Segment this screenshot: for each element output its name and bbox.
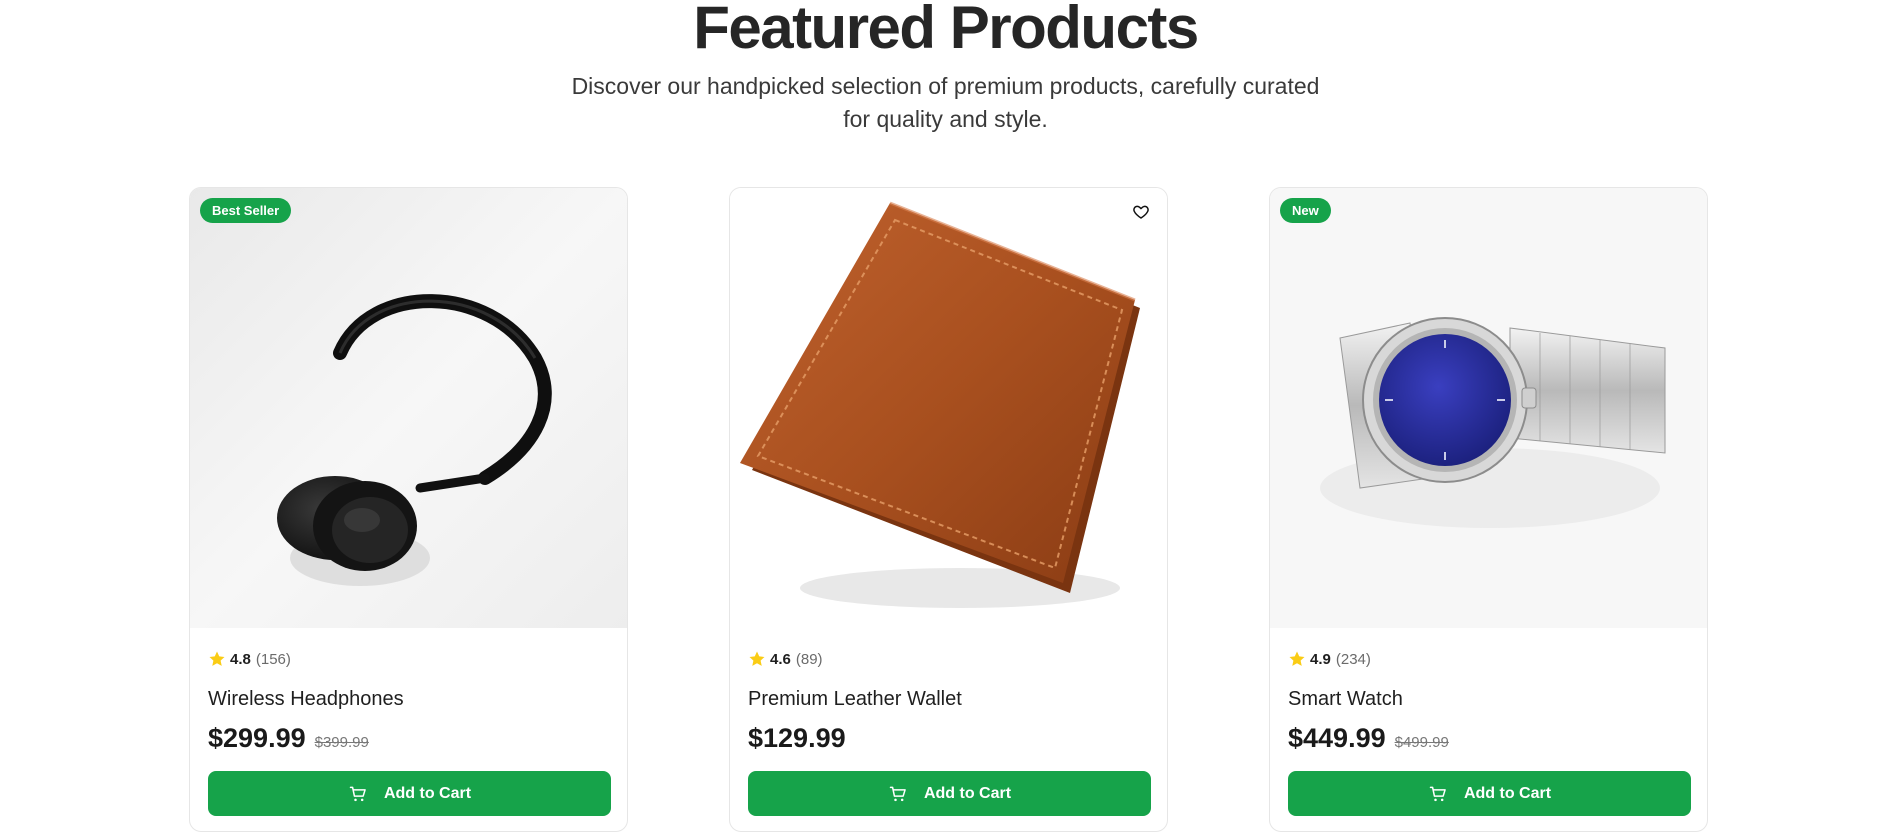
- star-icon: [749, 651, 765, 666]
- product-price: $129.99: [748, 723, 846, 753]
- product-rating: 4.8 (156): [208, 648, 609, 670]
- section-title: Featured Products: [693, 0, 1199, 61]
- product-image[interactable]: [730, 188, 1167, 628]
- price-row: $299.99 $399.99: [208, 723, 609, 759]
- cart-icon: [1429, 786, 1446, 801]
- product-price: $449.99: [1288, 723, 1386, 753]
- original-price: $499.99: [1394, 734, 1449, 751]
- product-image[interactable]: Best Seller: [190, 188, 627, 628]
- add-to-cart-label: Add to Cart: [383, 784, 472, 802]
- add-to-cart-label: Add to Cart: [923, 784, 1012, 802]
- product-rating: 4.6 (89): [748, 648, 1149, 670]
- price-row: $449.99 $499.99: [1288, 723, 1689, 759]
- review-count: (156): [255, 650, 291, 668]
- wallet-image: [730, 188, 1167, 628]
- cart-icon: [889, 786, 906, 801]
- headphones-image: [190, 188, 627, 628]
- product-name[interactable]: Smart Watch: [1288, 685, 1689, 713]
- section-subtitle: Discover our handpicked selection of pre…: [571, 73, 1320, 132]
- featured-products-section: Featured Products Discover our handpicke…: [0, 0, 1891, 838]
- new-badge: New: [1280, 198, 1331, 223]
- add-to-cart-button[interactable]: Add to Cart: [208, 771, 611, 816]
- price-row: $129.99: [748, 723, 1149, 759]
- star-icon: [1289, 651, 1305, 666]
- rating-score: 4.9: [1310, 650, 1331, 668]
- product-name[interactable]: Premium Leather Wallet: [748, 685, 1149, 713]
- product-price: $299.99: [208, 723, 306, 753]
- best-seller-badge: Best Seller: [200, 198, 292, 223]
- rating-score: 4.6: [770, 650, 791, 668]
- product-card[interactable]: 4.6 (89) Premium Leather Wallet $129.99 …: [729, 187, 1168, 832]
- rating-score: 4.8: [230, 650, 251, 668]
- add-to-cart-label: Add to Cart: [1463, 784, 1552, 802]
- original-price: $399.99: [314, 734, 369, 751]
- product-card[interactable]: Best Seller 4.8 (156) Wireless Headphone…: [189, 187, 628, 832]
- heart-icon: [1133, 205, 1149, 219]
- review-count: (89): [795, 650, 823, 668]
- product-image[interactable]: New: [1270, 188, 1707, 628]
- review-count: (234): [1335, 650, 1371, 668]
- product-name[interactable]: Wireless Headphones: [208, 685, 609, 713]
- add-to-cart-button[interactable]: Add to Cart: [748, 771, 1151, 816]
- wishlist-button[interactable]: [1127, 198, 1155, 226]
- star-icon: [209, 651, 225, 666]
- cart-icon: [349, 786, 366, 801]
- product-card[interactable]: New 4.9 (234) Smart Watch $449.99 $499.9…: [1269, 187, 1708, 832]
- product-rating: 4.9 (234): [1288, 648, 1689, 670]
- product-grid: Best Seller 4.8 (156) Wireless Headphone…: [189, 187, 1711, 835]
- add-to-cart-button[interactable]: Add to Cart: [1288, 771, 1691, 816]
- watch-image: [1270, 188, 1707, 628]
